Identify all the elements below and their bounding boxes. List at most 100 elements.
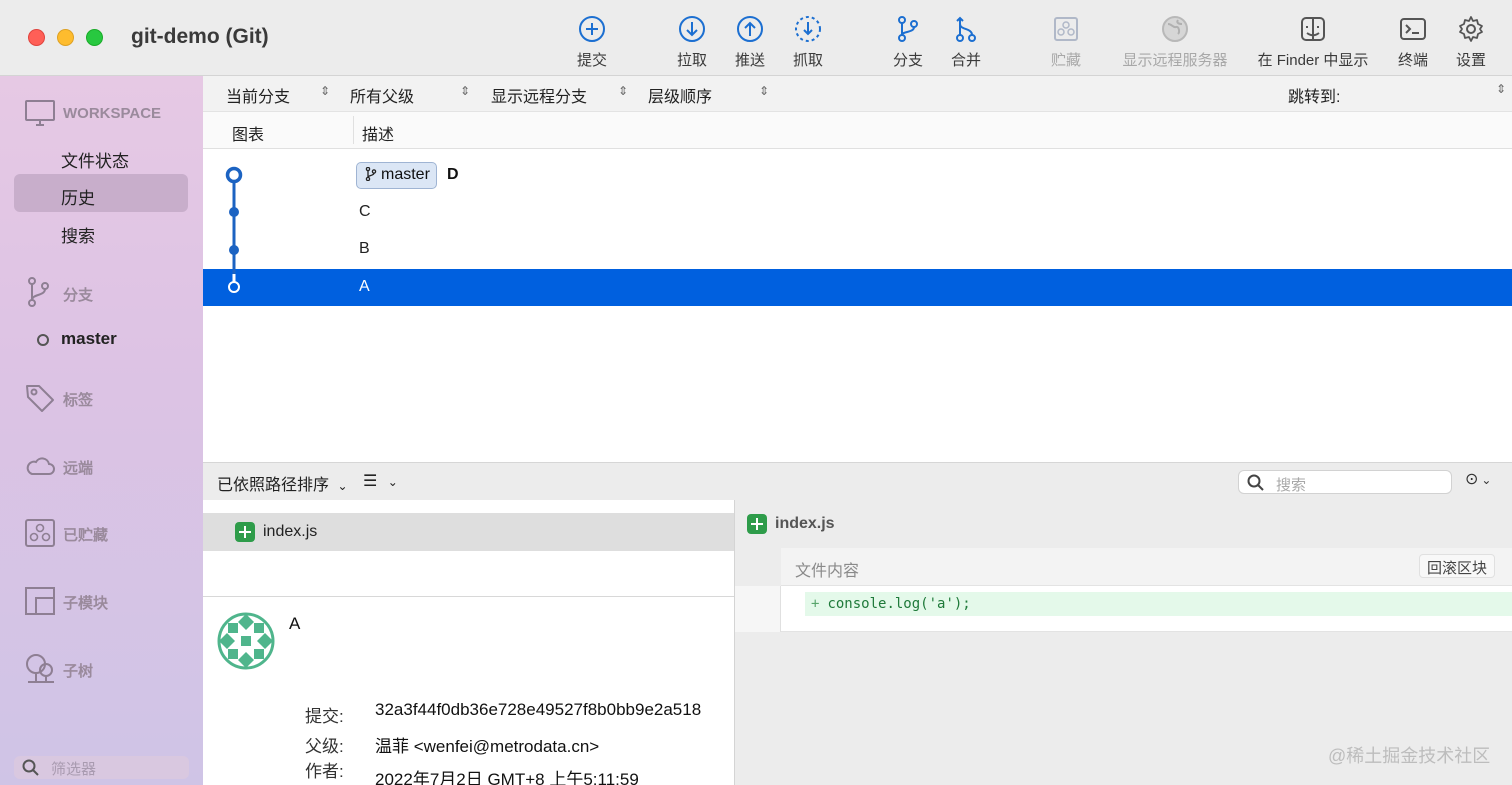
settings-label: 设置 — [1455, 52, 1486, 69]
list-mode-popup[interactable]: ☰ ⌄ — [363, 471, 398, 491]
commit-node-head — [225, 166, 243, 184]
diff-code-text: console.log('a'); — [827, 596, 971, 612]
arrow-down-circle-icon — [679, 16, 705, 42]
commit-row[interactable]: C — [203, 194, 1512, 231]
more-options-button[interactable]: ⊙ ⌄ — [1465, 469, 1491, 489]
commit-row[interactable]: B — [203, 231, 1512, 268]
chevron-down-icon: ⌄ — [1481, 473, 1492, 487]
hunk-header: 文件内容 回滚区块 — [781, 548, 1512, 586]
commit-hash-label: 提交: — [305, 707, 344, 726]
order-popup[interactable]: 层级顺序 ⇕ — [648, 83, 769, 107]
commit-message: D — [447, 166, 459, 183]
search-input[interactable]: 搜索 — [1238, 470, 1452, 494]
column-header-graph[interactable]: 图表 — [232, 121, 264, 145]
settings-button[interactable]: 设置 — [1431, 14, 1511, 70]
commit-title: A — [289, 614, 301, 633]
sidebar-item-search[interactable]: 搜索 — [61, 222, 95, 247]
commit-node-selected — [228, 281, 240, 293]
sidebar-item-history-highlight — [14, 174, 188, 212]
plus-circle-icon — [579, 16, 605, 42]
branch-icon — [365, 166, 377, 182]
stash-label: 贮藏 — [1050, 52, 1081, 69]
monitor-icon — [25, 100, 55, 126]
fetch-label: 抓取 — [792, 52, 823, 69]
fetch-button[interactable]: 抓取 — [768, 14, 848, 70]
hunk-title: 文件内容 — [795, 563, 860, 580]
added-line[interactable]: + console.log('a'); — [805, 592, 1512, 616]
branch-tag-master[interactable]: master — [356, 162, 437, 189]
merge-button[interactable]: 合并 — [926, 14, 1006, 70]
commit-details: A 提交: 32a3f44f0db36e728e49527f8b0bb9e2a5… — [203, 598, 735, 785]
sidebar: WORKSPACE 文件状态 历史 搜索 分支 master 标签 远端 已贮藏… — [0, 76, 203, 785]
commit-label: 提交 — [576, 52, 607, 69]
branch-scope-value: 当前分支 — [226, 89, 291, 106]
stash-button[interactable]: 贮藏 — [1026, 14, 1106, 70]
sidebar-heading-workspace: WORKSPACE — [63, 105, 162, 122]
author-value: 温菲 <wenfei@metrodata.cn> — [375, 737, 600, 756]
commit-message: A — [359, 278, 370, 295]
sidebar-heading-remotes[interactable]: 远端 — [63, 457, 93, 478]
sort-popup[interactable]: 已依照路径排序 ⌄ — [217, 471, 348, 495]
changed-file-list: index.js — [203, 500, 735, 597]
diff-file-name: index.js — [775, 515, 835, 532]
commit-date: 2022年7月2日 GMT+8 上午5:11:59 — [375, 770, 639, 785]
remote-branches-popup[interactable]: 显示远程分支 ⇕ — [491, 83, 628, 107]
sidebar-item-history[interactable]: 历史 — [61, 184, 95, 209]
sort-value: 已依照路径排序 — [217, 477, 330, 494]
branch-tag-label: master — [381, 166, 430, 183]
globe-icon — [1162, 16, 1188, 42]
chevron-down-icon: ⌄ — [387, 475, 398, 489]
commit-row[interactable]: master D — [203, 157, 1512, 194]
watermark: @稀土掘金技术社区 — [1328, 746, 1491, 766]
order-value: 层级顺序 — [648, 89, 713, 106]
parents-popup[interactable]: 所有父级 ⇕ — [350, 83, 470, 107]
branch-scope-popup[interactable]: 当前分支 ⇕ — [226, 83, 330, 107]
show-in-finder-label: 在 Finder 中显示 — [1257, 52, 1369, 69]
column-header-description[interactable]: 描述 — [362, 121, 394, 145]
updown-chevron-icon: ⇕ — [320, 84, 331, 98]
submodule-icon — [25, 587, 55, 615]
sidebar-item-file-status[interactable]: 文件状态 — [61, 147, 129, 172]
search-placeholder: 搜索 — [1276, 477, 1307, 494]
branch-icon — [28, 277, 49, 307]
updown-chevron-icon: ⇕ — [618, 84, 629, 98]
file-row[interactable]: index.js — [203, 513, 735, 551]
sidebar-filter-field[interactable]: 筛选器 — [14, 756, 189, 779]
file-name: index.js — [263, 523, 318, 540]
discard-hunk-button[interactable]: 回滚区块 — [1419, 554, 1496, 578]
commit-list: master D C B A — [203, 150, 1512, 462]
commit-button[interactable]: 提交 — [552, 14, 632, 70]
column-divider[interactable] — [353, 116, 354, 144]
commit-hash[interactable]: 32a3f44f0db36e728e49527f8b0bb9e2a518 — [375, 700, 701, 720]
show-remote-button[interactable]: 显示远程服务器 — [1110, 14, 1240, 70]
minimize-window-button[interactable] — [57, 29, 74, 46]
jump-to-popup[interactable]: 跳转到: ⇕ — [1288, 82, 1506, 107]
search-icon — [1247, 474, 1264, 491]
gear-icon — [1459, 16, 1483, 42]
sidebar-heading-subtrees[interactable]: 子树 — [63, 660, 93, 681]
commit-node — [229, 207, 239, 217]
commit-message: C — [359, 203, 371, 220]
sidebar-heading-submodules[interactable]: 子模块 — [63, 592, 108, 613]
merge-icon — [956, 16, 976, 42]
sidebar-heading-branches[interactable]: 分支 — [63, 284, 93, 305]
sidebar-item-branch-master[interactable]: master — [61, 329, 117, 349]
parents-value: 所有父级 — [350, 89, 415, 106]
commit-row-selected[interactable]: A — [203, 269, 1512, 306]
stash-box-icon — [25, 519, 55, 547]
search-icon — [22, 759, 39, 776]
close-window-button[interactable] — [28, 29, 45, 46]
arrow-up-circle-icon — [737, 16, 763, 42]
subtree-icon — [26, 654, 54, 683]
show-in-finder-button[interactable]: 在 Finder 中显示 — [1248, 14, 1378, 70]
zoom-window-button[interactable] — [86, 29, 103, 46]
file-toolbar: 已依照路径排序 ⌄ ☰ ⌄ 搜索 ⊙ ⌄ — [203, 462, 1512, 500]
sidebar-heading-stashes[interactable]: 已贮藏 — [63, 524, 108, 545]
cloud-icon — [26, 457, 55, 475]
diff-sign: + — [811, 596, 820, 612]
added-file-icon — [747, 514, 767, 534]
remote-branches-value: 显示远程分支 — [491, 89, 588, 106]
updown-chevron-icon: ⇕ — [1496, 82, 1507, 96]
sidebar-heading-tags[interactable]: 标签 — [63, 389, 93, 410]
avatar — [217, 612, 275, 670]
